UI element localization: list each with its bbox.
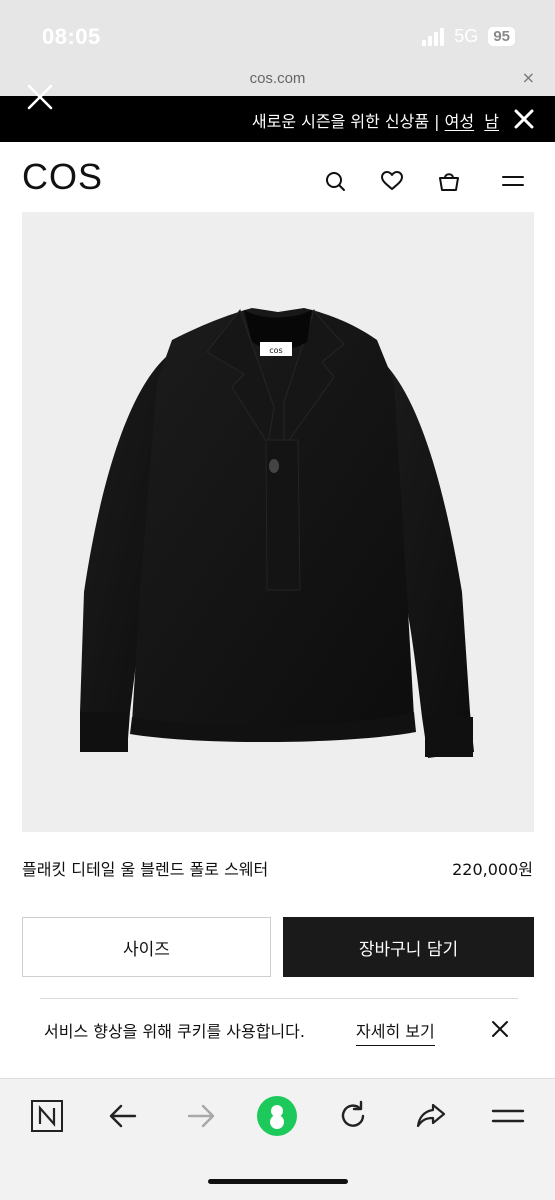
status-time: 08:05 xyxy=(42,24,101,49)
heart-icon[interactable] xyxy=(379,168,405,194)
naver-n-icon[interactable] xyxy=(30,1099,64,1133)
cookie-divider xyxy=(40,998,518,999)
banner-message: 새로운 시즌을 위한 신상품 | xyxy=(251,112,445,131)
product-price: 220,000원 xyxy=(452,860,533,879)
more-menu-icon[interactable] xyxy=(491,1099,525,1133)
bag-icon[interactable] xyxy=(436,168,462,194)
hamburger-menu-icon[interactable] xyxy=(500,168,526,194)
banner-close-icon[interactable] xyxy=(513,108,535,130)
search-icon[interactable] xyxy=(322,168,348,194)
cookie-notice-text: 서비스 향상을 위해 쿠키를 사용합니다. xyxy=(44,1022,305,1041)
reload-icon[interactable] xyxy=(336,1099,370,1133)
product-image[interactable]: cos xyxy=(22,212,534,832)
share-icon[interactable] xyxy=(414,1099,448,1133)
address-bar[interactable]: cos.com × xyxy=(0,62,555,96)
signal-icon xyxy=(422,27,445,46)
green-dot-icon[interactable] xyxy=(256,1095,298,1137)
brand-label-text: cos xyxy=(269,346,282,355)
battery-icon: 95 xyxy=(488,27,515,46)
promo-banner: 새로운 시즌을 위한 신상품 | 여성 남 xyxy=(0,84,555,142)
close-icon[interactable] xyxy=(24,81,56,113)
arrow-right-icon[interactable] xyxy=(184,1099,218,1133)
size-button[interactable]: 사이즈 xyxy=(22,917,271,977)
arrow-left-icon[interactable] xyxy=(106,1099,140,1133)
product-name: 플래킷 디테일 울 블렌드 폴로 스웨터 xyxy=(22,860,269,879)
sweater-illustration: cos xyxy=(80,308,474,758)
cookie-details-link[interactable]: 자세히 보기 xyxy=(356,1018,435,1046)
url-text[interactable]: cos.com xyxy=(0,70,555,87)
banner-link-women[interactable]: 여성 xyxy=(445,112,474,131)
banner-text: 새로운 시즌을 위한 신상품 | 여성 남 xyxy=(252,108,499,132)
add-to-cart-button[interactable]: 장바구니 담기 xyxy=(283,917,534,977)
cookie-close-icon[interactable] xyxy=(490,1019,510,1039)
cos-logo[interactable]: COS xyxy=(22,156,103,198)
status-indicators: 5G 95 xyxy=(422,26,515,47)
site-header: COS xyxy=(0,142,555,212)
home-indicator[interactable] xyxy=(208,1179,348,1184)
network-label: 5G xyxy=(454,26,479,46)
banner-link-men[interactable]: 남 xyxy=(484,112,499,131)
close-tab-icon[interactable]: × xyxy=(522,68,535,87)
status-bar: 08:05 5G 95 xyxy=(0,0,555,62)
